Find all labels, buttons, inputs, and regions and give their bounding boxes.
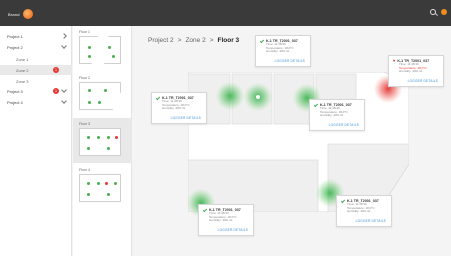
sensor-dot: [87, 182, 90, 185]
logger-humidity: Humidity: 40% rH: [320, 113, 344, 118]
floor-thumbnail: [79, 174, 121, 202]
floor-thumbnail: [79, 82, 121, 110]
logger-details-link[interactable]: LOGGER DETAILS: [218, 228, 248, 232]
brand-logo[interactable]: Brand: [8, 9, 33, 19]
alarm-badge: 1: [53, 88, 59, 94]
logo-text: Brand: [8, 11, 20, 17]
tree-item-project-3[interactable]: Project 3 1: [0, 86, 72, 96]
tree-item-label: Project 3: [7, 88, 23, 94]
sensor-core: [256, 95, 260, 99]
sensor-marker[interactable]: [216, 82, 244, 110]
project-tree: Project 1 Project 2 Zone 1 Zone 2 1 Zone …: [0, 26, 72, 256]
sensor-dot: [87, 147, 90, 150]
breadcrumb: Project 2 > Zone 2 > Floor 3: [148, 37, 239, 44]
floor-card-1[interactable]: Floor 1: [73, 26, 132, 71]
chevron-down-icon[interactable]: [61, 43, 67, 49]
logger-humidity: Humidity: 40% rH: [266, 49, 290, 54]
tree-item-label: Project 4: [7, 99, 23, 105]
floor-label: Floor 1: [79, 30, 90, 34]
alarm-dot: [105, 182, 108, 185]
breadcrumb-zone[interactable]: Zone 2: [185, 37, 205, 44]
tree-item-zone-2[interactable]: Zone 2 1: [0, 65, 72, 75]
top-bar: Brand: [0, 0, 451, 26]
sensor-dot: [97, 182, 100, 185]
sensor-dot: [107, 147, 110, 150]
floor-thumbnail: [79, 128, 121, 156]
logger-details-link[interactable]: LOGGER DETAILS: [329, 123, 359, 127]
tree-item-label: Project 1: [7, 33, 23, 39]
logger-details-link[interactable]: LOGGER DETAILS: [275, 59, 305, 63]
breadcrumb-floor: Floor 3: [217, 37, 240, 44]
tree-item-zone-1[interactable]: Zone 1: [0, 54, 72, 64]
check-icon: [202, 207, 208, 212]
top-actions: [430, 9, 447, 15]
floor-card-2[interactable]: Floor 2: [73, 72, 132, 117]
logger-callout: K-1 TR_T2001_037 Time: 11:48:30 Temperat…: [198, 204, 254, 236]
sensor-dot: [114, 182, 117, 185]
logger-humidity: Humidity: 40% rH: [347, 209, 371, 214]
tree-item-label: Zone 2: [16, 67, 29, 73]
floor-label: Floor 3: [79, 122, 90, 126]
alarm-dot: [115, 136, 118, 139]
tree-item-project-1[interactable]: Project 1: [0, 31, 72, 41]
floor-card-3[interactable]: Floor 3: [73, 118, 132, 163]
sensor-dot: [88, 46, 91, 49]
sensor-dot: [97, 136, 100, 139]
logger-humidity: Humidity: 40% rH: [162, 106, 186, 111]
sensor-dot: [104, 89, 107, 92]
tree-item-label: Zone 3: [16, 78, 29, 84]
logger-callout-alarm: ♥ K-1 TR_T2001_037 Time: 11:48:30 Tempera…: [388, 55, 444, 87]
logo-mark-icon: [22, 9, 33, 19]
chevron-right-icon[interactable]: [61, 33, 67, 39]
logger-humidity: Humidity: 40% rH: [399, 69, 423, 74]
tree-item-label: Zone 1: [16, 56, 29, 62]
breadcrumb-separator: >: [177, 37, 182, 44]
logger-details-link[interactable]: LOGGER DETAILS: [408, 79, 438, 83]
floor-card-4[interactable]: Floor 4: [73, 164, 132, 209]
chevron-down-icon[interactable]: [61, 98, 67, 104]
sensor-dot: [107, 136, 110, 139]
logger-callout: K-1 TR_T2001_037 Time: 11:48:30 Temperat…: [255, 35, 311, 67]
logger-callout: K-1 TR_T2001_037 Time: 11:48:30 Temperat…: [309, 99, 365, 131]
tree-item-label: Project 2: [7, 44, 23, 50]
floor-label: Floor 2: [79, 76, 90, 80]
logger-callout: K-1 TR_T2001_037 Time: 11:48:30 Temperat…: [336, 195, 392, 227]
tree-item-project-2[interactable]: Project 2: [0, 42, 72, 52]
sensor-dot: [88, 55, 91, 58]
floor-thumbnail: [79, 36, 121, 64]
floor-label: Floor 4: [79, 168, 90, 172]
check-icon: [313, 102, 319, 107]
sensor-dot: [108, 46, 111, 49]
tree-item-zone-3[interactable]: Zone 3: [0, 76, 72, 86]
sensor-dot: [87, 136, 90, 139]
user-icon[interactable]: [441, 9, 447, 15]
alarm-heart-icon: ♥: [393, 58, 396, 63]
alarm-badge: 1: [53, 67, 59, 73]
floor-list: Floor 1 Floor 2 Floor 3 Floor 4: [73, 26, 132, 256]
sensor-dot: [112, 55, 115, 58]
chevron-down-icon[interactable]: [61, 87, 67, 93]
check-icon: [340, 198, 346, 203]
sensor-dot: [88, 89, 91, 92]
logger-details-link[interactable]: LOGGER DETAILS: [356, 219, 386, 223]
breadcrumb-project[interactable]: Project 2: [148, 37, 174, 44]
breadcrumb-separator: >: [209, 37, 214, 44]
logger-humidity: Humidity: 40% rH: [209, 218, 233, 223]
check-icon: [259, 38, 265, 43]
sensor-dot: [98, 101, 101, 104]
sensor-marker[interactable]: [244, 83, 272, 111]
logger-details-link[interactable]: LOGGER DETAILS: [171, 116, 201, 120]
logger-callout: K-1 TR_T2001_037 Time: 11:48:30 Temperat…: [151, 92, 207, 124]
search-icon[interactable]: [430, 9, 436, 15]
sensor-dot: [87, 193, 90, 196]
sensor-dot: [107, 193, 110, 196]
check-icon: [155, 95, 161, 100]
tree-item-project-4[interactable]: Project 4: [0, 97, 72, 107]
sensor-dot: [88, 101, 91, 104]
